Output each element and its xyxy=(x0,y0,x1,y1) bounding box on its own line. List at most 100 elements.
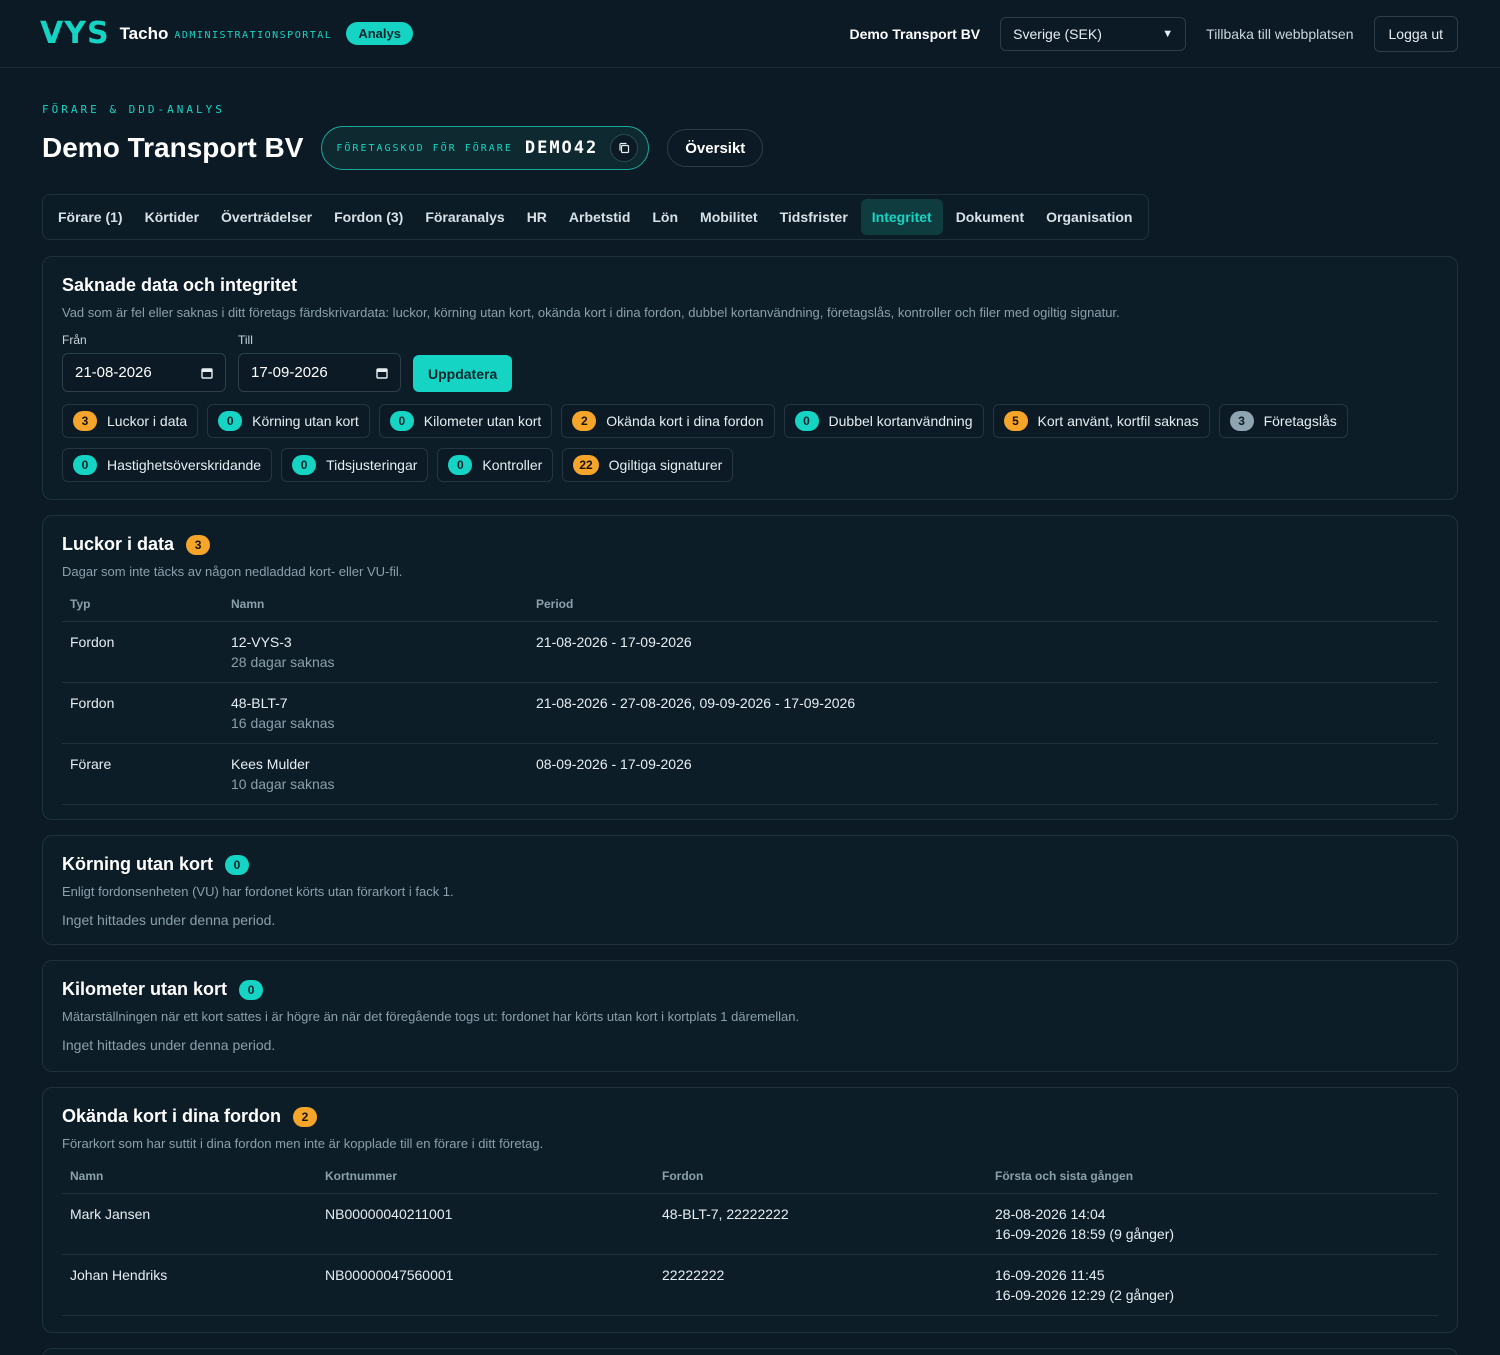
analys-badge: Analys xyxy=(346,22,413,45)
chip-count: 22 xyxy=(573,455,599,475)
tab-payroll[interactable]: Lön xyxy=(643,199,687,235)
copy-icon xyxy=(619,142,630,154)
calendar-icon xyxy=(201,367,213,379)
logo-subtitle: ADMINISTRATIONSPORTAL xyxy=(174,29,333,41)
tab-documents[interactable]: Dokument xyxy=(947,199,1033,235)
copy-code-button[interactable] xyxy=(610,134,639,162)
tab-violations[interactable]: Överträdelser xyxy=(212,199,321,235)
chip-label: Ogiltiga signaturer xyxy=(608,457,723,473)
chip-km-without-card[interactable]: 0 Kilometer utan kort xyxy=(378,404,553,438)
from-date-input[interactable]: 21-08-2026 xyxy=(62,353,226,392)
integrity-description: Vad som är fel eller saknas i ditt föret… xyxy=(62,305,1120,320)
chip-company-locks[interactable]: 3 Företagslås xyxy=(1218,404,1348,438)
tab-bar: Förare (1) Körtider Överträdelser Fordon… xyxy=(42,194,1149,240)
first-seen: 28-08-2026 14:04 xyxy=(995,1206,1106,1222)
chip-controls[interactable]: 0 Kontroller xyxy=(437,448,554,482)
chip-card-file-missing[interactable]: 5 Kort använt, kortfil saknas xyxy=(992,404,1210,438)
no-card-empty-state: Inget hittades under denna period. xyxy=(62,912,276,928)
next-card xyxy=(42,1348,1458,1355)
tab-mobility[interactable]: Mobilitet xyxy=(691,199,767,235)
chip-label: Hastighetsöverskridande xyxy=(107,457,262,473)
company-code-label: FÖRETAGSKOD FÖR FÖRARE xyxy=(336,142,513,154)
logo[interactable]: VYS Tacho ADMINISTRATIONSPORTAL Analys xyxy=(40,16,413,51)
gaps-title: Luckor i data xyxy=(62,534,175,554)
chip-speeding[interactable]: 0 Hastighetsöverskridande xyxy=(62,448,273,482)
table-row: Förare Kees Mulder 10 dagar saknas 08-09-… xyxy=(62,743,1438,805)
chip-count: 3 xyxy=(73,411,97,431)
table-row: Johan Hendriks NB00000047560001 22222222… xyxy=(62,1254,1438,1316)
to-date-input[interactable]: 17-09-2026 xyxy=(238,353,401,392)
chip-count: 0 xyxy=(448,455,473,475)
gaps-table: Typ Namn Period Fordon 12-VYS-3 28 dagar … xyxy=(62,597,1438,805)
chip-count: 0 xyxy=(292,455,317,475)
km-count-badge: 0 xyxy=(239,979,264,1000)
overview-button[interactable]: Översikt xyxy=(667,129,764,167)
chip-double-card-use[interactable]: 0 Dubbel kortanvändning xyxy=(783,404,984,438)
first-seen: 16-09-2026 11:45 xyxy=(995,1267,1105,1283)
driving-without-card-card: Körning utan kort 0 Enligt fordonsenhete… xyxy=(42,835,1458,945)
cell-period: 21-08-2026 - 27-08-2026, 09-09-2026 - 17… xyxy=(528,682,1438,744)
tab-driver-analysis[interactable]: Föraranalys xyxy=(416,199,513,235)
last-seen: 16-09-2026 18:59 (9 gånger) xyxy=(995,1226,1175,1242)
chip-time-adjustments[interactable]: 0 Tidsjusteringar xyxy=(281,448,429,482)
cell-name: Johan Hendriks xyxy=(62,1254,317,1316)
last-seen: 16-09-2026 12:29 (2 gånger) xyxy=(995,1287,1175,1303)
to-date-value: 17-09-2026 xyxy=(251,364,328,381)
tab-hr[interactable]: HR xyxy=(518,199,556,235)
chip-unknown-cards[interactable]: 2 Okända kort i dina fordon xyxy=(561,404,775,438)
top-bar: VYS Tacho ADMINISTRATIONSPORTAL Analys D… xyxy=(0,0,1500,68)
chip-label: Kort använt, kortfil saknas xyxy=(1037,413,1199,429)
integrity-title: Saknade data och integritet xyxy=(62,275,298,295)
row-missing-days: 16 dagar saknas xyxy=(231,715,335,731)
chip-label: Kontroller xyxy=(482,457,543,473)
chip-label: Företagslås xyxy=(1263,413,1337,429)
update-button[interactable]: Uppdatera xyxy=(413,355,513,392)
km-title: Kilometer utan kort xyxy=(62,979,228,999)
cell-vehicle: 22222222 xyxy=(654,1254,987,1316)
back-to-website-link[interactable]: Tillbaka till webbplatsen xyxy=(1206,26,1353,42)
row-name: 12-VYS-3 xyxy=(231,634,292,650)
unknown-cards-card: Okända kort i dina fordon 2 Förarkort so… xyxy=(42,1087,1458,1333)
tab-working-time[interactable]: Arbetstid xyxy=(560,199,639,235)
section-eyebrow: FÖRARE & DDD-ANALYS xyxy=(42,103,225,116)
logout-button[interactable]: Logga ut xyxy=(1373,15,1458,52)
from-date-value: 21-08-2026 xyxy=(75,364,152,381)
cell-name: 12-VYS-3 28 dagar saknas xyxy=(223,621,528,683)
chip-label: Dubbel kortanvändning xyxy=(828,413,973,429)
cell-card-number: NB00000047560001 xyxy=(317,1254,654,1316)
column-header: Kortnummer xyxy=(317,1169,654,1194)
chip-invalid-signatures[interactable]: 22 Ogiltiga signaturer xyxy=(562,448,734,482)
chip-count: 2 xyxy=(572,411,597,431)
cell-period: 21-08-2026 - 17-09-2026 xyxy=(528,621,1438,683)
tab-vehicles[interactable]: Fordon (3) xyxy=(325,199,412,235)
no-card-count-badge: 0 xyxy=(225,854,249,875)
chip-gaps[interactable]: 3 Luckor i data xyxy=(62,404,199,438)
column-header: Period xyxy=(528,597,1438,622)
cell-type: Förare xyxy=(62,743,223,805)
cell-name: 48-BLT-7 16 dagar saknas xyxy=(223,682,528,744)
cell-card-number: NB00000040211001 xyxy=(317,1193,654,1255)
driver-company-code: FÖRETAGSKOD FÖR FÖRARE DEMO42 xyxy=(321,126,650,170)
column-header: Typ xyxy=(62,597,223,622)
row-name: 48-BLT-7 xyxy=(231,695,288,711)
integrity-card: Saknade data och integritet Vad som är f… xyxy=(42,256,1458,500)
km-description: Mätarställningen när ett kort sattes i ä… xyxy=(62,1009,800,1024)
logo-mark: VYS xyxy=(40,16,110,51)
no-card-title: Körning utan kort xyxy=(62,854,213,874)
row-missing-days: 10 dagar saknas xyxy=(231,776,335,792)
chip-label: Tidsjusteringar xyxy=(326,457,418,473)
tab-integrity[interactable]: Integritet xyxy=(860,199,943,235)
gaps-count-badge: 3 xyxy=(186,534,211,555)
chip-driving-without-card[interactable]: 0 Körning utan kort xyxy=(207,404,370,438)
tab-organisation[interactable]: Organisation xyxy=(1037,199,1141,235)
tab-driving-times[interactable]: Körtider xyxy=(136,199,208,235)
summary-chips: 3 Luckor i data 0 Körning utan kort 0 Kilom… xyxy=(62,404,1438,482)
tab-drivers[interactable]: Förare (1) xyxy=(49,199,132,235)
cell-period: 08-09-2026 - 17-09-2026 xyxy=(528,743,1438,805)
tab-deadlines[interactable]: Tidsfrister xyxy=(771,199,857,235)
cell-type: Fordon xyxy=(62,682,223,744)
cell-first-last: 16-09-2026 11:45 16-09-2026 12:29 (2 gång… xyxy=(987,1254,1438,1316)
chip-count: 5 xyxy=(1003,411,1028,431)
column-header: Namn xyxy=(62,1169,317,1194)
region-select[interactable]: Sverige (SEK) ▼ xyxy=(1000,16,1187,51)
